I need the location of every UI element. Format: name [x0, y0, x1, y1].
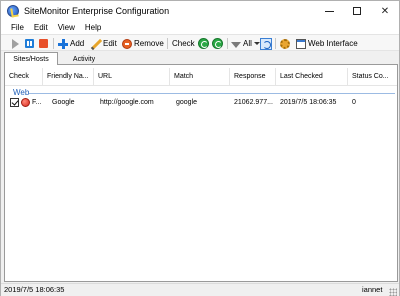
close-button[interactable]: ✕	[371, 2, 399, 20]
app-logo-icon	[7, 5, 19, 17]
pause-icon	[25, 39, 34, 48]
gear-icon	[280, 38, 290, 49]
add-label: Add	[70, 39, 85, 48]
cell-friendly-name: Google	[52, 99, 75, 106]
status-bar: 2019/7/5 18:06:35 iannet	[1, 283, 399, 296]
chevron-down-icon	[253, 42, 260, 45]
window-title: SiteMonitor Enterprise Configuration	[24, 6, 170, 16]
toolbar: Add Edit Remove Check All Web Interface	[1, 34, 399, 51]
browser-window-icon	[296, 38, 306, 49]
filter-dropdown[interactable]: All	[231, 37, 260, 50]
grid-header: Check Friendly Na... URL Match Response …	[5, 68, 397, 86]
maximize-icon	[353, 7, 361, 15]
menu-bar: File Edit View Help	[1, 21, 399, 34]
settings-button[interactable]	[280, 37, 292, 50]
toolbar-divider	[53, 38, 54, 49]
pause-button[interactable]	[25, 37, 36, 50]
menu-edit[interactable]: Edit	[29, 21, 53, 34]
column-header-status-code[interactable]: Status Co...	[348, 68, 397, 86]
add-button[interactable]: Add	[58, 37, 84, 50]
maximize-button[interactable]	[343, 2, 371, 20]
funnel-icon	[231, 41, 241, 48]
sites-panel: Check Friendly Na... URL Match Response …	[4, 64, 398, 282]
plus-icon	[58, 38, 68, 49]
start-button[interactable]	[12, 37, 19, 50]
cell-check: F...	[32, 99, 42, 106]
menu-file[interactable]: File	[6, 21, 29, 34]
column-header-check[interactable]: Check	[5, 68, 43, 86]
title-bar: SiteMonitor Enterprise Configuration ✕	[1, 1, 399, 21]
status-user: iannet	[362, 285, 383, 294]
web-interface-button[interactable]: Web Interface	[296, 37, 358, 50]
close-icon: ✕	[380, 5, 390, 17]
check-label: Check	[172, 39, 195, 48]
toolbar-divider	[227, 38, 228, 49]
resize-grip-icon[interactable]	[389, 288, 397, 296]
menu-view[interactable]: View	[53, 21, 80, 34]
check-all-button[interactable]	[198, 37, 211, 50]
row-enabled-checkbox[interactable]	[10, 98, 19, 107]
column-header-url[interactable]: URL	[94, 68, 170, 86]
remove-label: Remove	[134, 39, 164, 48]
check-button[interactable]: Check	[172, 37, 195, 50]
tab-strip: Sites/Hosts Activity	[1, 51, 399, 65]
toolbar-divider	[167, 38, 168, 49]
pencil-icon	[91, 39, 101, 49]
column-header-response[interactable]: Response	[230, 68, 276, 86]
app-window: SiteMonitor Enterprise Configuration ✕ F…	[0, 0, 400, 296]
refresh-icon	[212, 38, 223, 49]
table-row[interactable]: F... Google http://google.com google 210…	[5, 96, 397, 109]
toolbar-divider	[275, 38, 276, 49]
check-failed-button[interactable]	[212, 37, 225, 50]
cell-url: http://google.com	[100, 99, 154, 106]
group-divider	[29, 93, 395, 94]
remove-button[interactable]: Remove	[122, 37, 164, 50]
tab-sites-hosts[interactable]: Sites/Hosts	[4, 52, 58, 65]
remove-icon	[122, 38, 132, 49]
column-header-match[interactable]: Match	[170, 68, 230, 86]
play-icon	[12, 38, 19, 49]
refresh-icon	[198, 38, 209, 49]
auto-refresh-icon	[260, 37, 272, 50]
column-header-last-checked[interactable]: Last Checked	[276, 68, 348, 86]
minimize-button[interactable]	[315, 2, 343, 20]
menu-help[interactable]: Help	[80, 21, 106, 34]
web-interface-label: Web Interface	[308, 39, 358, 48]
cell-status-code: 0	[352, 99, 356, 106]
column-header-friendly-name[interactable]: Friendly Na...	[43, 68, 94, 86]
stop-button[interactable]	[39, 37, 50, 50]
cell-last-checked: 2019/7/5 18:06:35	[280, 99, 337, 106]
status-timestamp: 2019/7/5 18:06:35	[4, 285, 65, 294]
edit-button[interactable]: Edit	[91, 37, 117, 50]
edit-label: Edit	[103, 39, 117, 48]
cell-response: 21062.977...	[234, 99, 273, 106]
filter-label: All	[243, 39, 252, 48]
stop-icon	[39, 39, 48, 48]
auto-refresh-toggle[interactable]	[260, 37, 274, 50]
minimize-icon	[324, 10, 334, 12]
cell-match: google	[176, 99, 198, 106]
